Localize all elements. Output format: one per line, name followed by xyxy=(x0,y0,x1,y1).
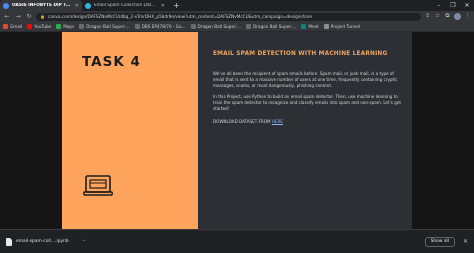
bookmark-item[interactable]: Maps xyxy=(56,24,74,29)
profile-avatar[interactable] xyxy=(454,13,461,20)
download-bar: email-spam-coll....ipynb ^ Show all ✕ xyxy=(0,229,474,253)
tab-strip: OASIS INFOBYTE DIP TASK LIST ✕ Email Spa… xyxy=(0,0,474,11)
bookmark-label: Project Tunnel xyxy=(330,24,361,29)
dataset-here-link[interactable]: HERE xyxy=(272,119,283,124)
tab-favicon xyxy=(3,2,9,9)
bookmark-label: Dragon Ball Super:... xyxy=(197,24,241,29)
extensions-icon[interactable]: ⧉ xyxy=(444,13,451,20)
bookmark-label: Meet xyxy=(308,24,319,29)
chevron-up-icon[interactable]: ^ xyxy=(83,239,86,244)
slide-right-panel: EMAIL SPAM DETECTION WITH MACHINE LEARNI… xyxy=(198,32,412,229)
bookmarks-bar: Gmail YouTube Maps Dragon Ball Super:... DBS… xyxy=(0,22,474,32)
bookmark-item[interactable]: Meet xyxy=(301,24,319,29)
back-icon[interactable]: ← xyxy=(3,13,11,20)
file-icon xyxy=(6,237,12,246)
close-tab-icon[interactable]: ✕ xyxy=(75,3,79,9)
tab-title: OASIS INFOBYTE DIP TASK LIST xyxy=(12,3,72,8)
bookmark-favicon-icon xyxy=(3,24,8,29)
url-text: canva.com/design/DAFSZNvMcCU/dbq_2-xTrnr… xyxy=(47,14,313,19)
download-dataset-line: DOWNLOAD DATASET FROM HERE xyxy=(213,119,402,124)
new-tab-button[interactable]: + xyxy=(168,0,185,11)
bookmark-label: Dragon Ball Super:... xyxy=(86,24,130,29)
bookmark-favicon-icon xyxy=(323,24,329,29)
close-tab-icon[interactable]: ✕ xyxy=(161,3,165,9)
close-window-icon[interactable]: ✕ xyxy=(460,0,474,11)
slide-left-panel: TASK 4 xyxy=(62,32,198,229)
tab-title: Email Spam Collection Dataset | Kag... xyxy=(94,3,158,8)
bookmark-label: Maps xyxy=(63,24,75,29)
download-item[interactable]: email-spam-coll....ipynb ^ xyxy=(6,237,86,246)
window-controls: – ❐ ✕ xyxy=(432,0,474,11)
bookmark-label: YouTube xyxy=(34,24,52,29)
browser-toolbar: ← → ↻ 🔒 canva.com/design/DAFSZNvMcCU/dbq… xyxy=(0,11,474,22)
tab-favicon xyxy=(85,2,91,9)
download-file-name: email-spam-coll....ipynb xyxy=(16,239,69,244)
bookmark-item[interactable]: Project Tunnel xyxy=(323,24,361,29)
bookmark-item[interactable]: Dragon Ball Super:... xyxy=(190,24,241,29)
address-bar[interactable]: 🔒 canva.com/design/DAFSZNvMcCU/dbq_2-xTr… xyxy=(36,12,421,21)
bookmark-item[interactable]: Gmail xyxy=(3,24,22,29)
lock-icon: 🔒 xyxy=(40,14,45,19)
bookmark-favicon-icon xyxy=(245,24,251,29)
minimize-icon[interactable]: – xyxy=(432,0,446,11)
maximize-icon[interactable]: ❐ xyxy=(446,0,460,11)
intro-paragraph: We've all been the recipient of spam ema… xyxy=(213,71,398,89)
close-download-bar-icon[interactable]: ✕ xyxy=(463,238,468,245)
bookmark-label: Gmail xyxy=(10,24,23,29)
forward-icon[interactable]: → xyxy=(14,13,22,20)
bookmark-favicon-icon xyxy=(27,24,33,29)
show-all-button[interactable]: Show all xyxy=(424,236,455,247)
tab-oasis-task-list[interactable]: OASIS INFOBYTE DIP TASK LIST ✕ xyxy=(0,0,82,11)
laptop-icon xyxy=(83,175,113,196)
bookmark-item[interactable]: YouTube xyxy=(27,24,51,29)
bookmark-item[interactable]: Dragon Ball Super:... xyxy=(245,24,297,29)
slide-headline: EMAIL SPAM DETECTION WITH MACHINE LEARNI… xyxy=(213,51,388,57)
reload-icon[interactable]: ↻ xyxy=(25,13,33,20)
bookmark-item[interactable]: Dragon Ball Super:... xyxy=(79,24,130,29)
bookmark-favicon-icon xyxy=(301,24,307,29)
presentation-slide: TASK 4 EMAIL SPAM DETECTION WITH MACHINE… xyxy=(62,32,412,229)
project-paragraph: In this Project, use Python to build an … xyxy=(213,94,401,112)
bookmark-favicon-icon xyxy=(56,24,62,29)
menu-kebab-icon[interactable]: ⋮ xyxy=(464,13,471,20)
bookmark-favicon-icon xyxy=(190,24,196,29)
share-icon[interactable]: ⇪ xyxy=(424,13,431,20)
bookmark-favicon-icon xyxy=(79,24,85,29)
bookmark-star-icon[interactable]: ☆ xyxy=(434,13,441,20)
download-dataset-text: DOWNLOAD DATASET FROM xyxy=(213,118,271,124)
bookmark-label: Dragon Ball Super:... xyxy=(252,24,297,29)
bookmark-label: DBS EP478/76 - Go... xyxy=(141,24,186,29)
bookmark-item[interactable]: DBS EP478/76 - Go... xyxy=(134,24,186,29)
task-title: TASK 4 xyxy=(82,54,141,70)
page-viewport: TASK 4 EMAIL SPAM DETECTION WITH MACHINE… xyxy=(0,32,474,229)
tab-kaggle-dataset[interactable]: Email Spam Collection Dataset | Kag... ✕ xyxy=(82,0,168,11)
bookmark-favicon-icon xyxy=(134,24,140,29)
